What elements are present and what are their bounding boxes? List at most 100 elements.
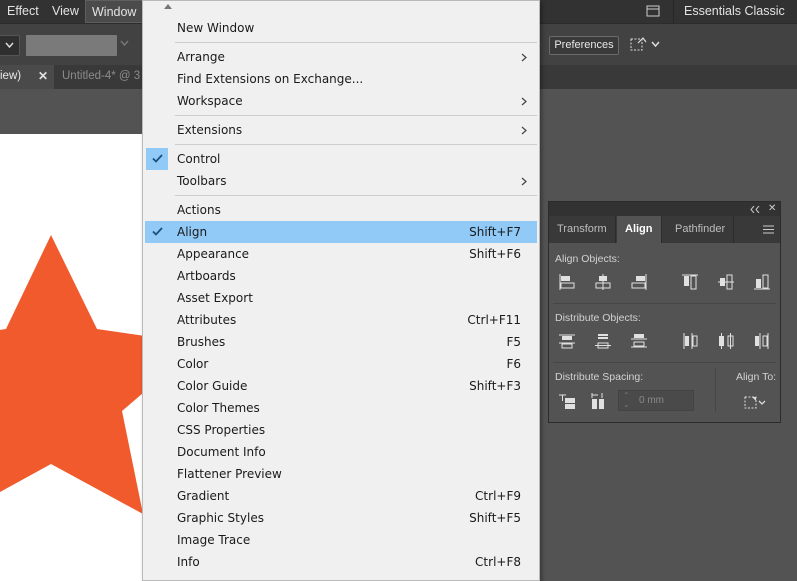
- menu-item-label: Color Guide: [177, 379, 248, 393]
- vertical-distribute-center-icon[interactable]: [594, 332, 612, 350]
- chevron-down-icon: [5, 42, 14, 49]
- horizontal-distribute-right-icon[interactable]: [753, 332, 771, 350]
- window-menu: New Window Arrange Find Extensions on Exch…: [142, 0, 540, 581]
- horizontal-distribute-center-icon[interactable]: [717, 332, 735, 350]
- menu-item-image-trace[interactable]: Image Trace: [145, 529, 537, 551]
- chevron-right-icon: [521, 53, 527, 62]
- check-background: [146, 221, 168, 243]
- tab-document-untitled-4[interactable]: Untitled-4* @ 3: [54, 65, 144, 89]
- panel-tabs: Transform Align Pathfinder: [549, 216, 780, 243]
- collapse-panel-icon[interactable]: [750, 206, 760, 213]
- menu-window[interactable]: Window: [85, 0, 144, 23]
- menu-item-graphic-styles[interactable]: Graphic Styles Shift+F5: [145, 507, 537, 529]
- horizontal-align-center-icon[interactable]: [594, 273, 612, 291]
- menu-item-toolbars[interactable]: Toolbars: [145, 170, 537, 192]
- menu-item-extensions[interactable]: Extensions: [145, 119, 537, 141]
- menu-item-brushes[interactable]: Brushes F5: [145, 331, 537, 353]
- horizontal-distribute-space-icon[interactable]: [589, 392, 607, 410]
- menu-item-label: Info: [177, 555, 200, 569]
- panel-header[interactable]: ✕: [549, 202, 780, 216]
- artboard[interactable]: [0, 134, 160, 581]
- close-icon[interactable]: ✕: [38, 65, 48, 88]
- vertical-align-center-icon[interactable]: [717, 273, 735, 291]
- menu-item-label: Actions: [177, 203, 221, 217]
- menu-view[interactable]: View: [46, 0, 85, 23]
- menu-item-color[interactable]: Color F6: [145, 353, 537, 375]
- panel-menu-icon[interactable]: [763, 225, 774, 234]
- close-icon[interactable]: ✕: [768, 202, 776, 216]
- menu-item-actions[interactable]: Actions: [145, 199, 537, 221]
- menu-item-label: Color Themes: [177, 401, 260, 415]
- chevron-right-icon: [521, 97, 527, 106]
- vertical-distribute-top-icon[interactable]: [558, 332, 576, 350]
- menu-item-appearance[interactable]: Appearance Shift+F6: [145, 243, 537, 265]
- horizontal-distribute-left-icon[interactable]: [681, 332, 699, 350]
- menu-item-asset-export[interactable]: Asset Export: [145, 287, 537, 309]
- menu-item-label: Graphic Styles: [177, 511, 264, 525]
- stroke-weight-field[interactable]: [26, 35, 117, 56]
- menu-item-arrange[interactable]: Arrange: [145, 46, 537, 68]
- menu-item-align[interactable]: Align Shift+F7: [145, 221, 537, 243]
- tab-align[interactable]: Align: [617, 216, 662, 243]
- workspace-switcher[interactable]: Essentials Classic: [673, 0, 797, 23]
- menu-separator: [175, 115, 537, 116]
- align-to-title: Align To:: [736, 371, 777, 383]
- distribute-spacing-input[interactable]: ⌃ ⌄ 0 mm: [618, 390, 694, 411]
- vertical-distribute-bottom-icon[interactable]: [630, 332, 648, 350]
- tab-transform[interactable]: Transform: [549, 216, 616, 243]
- menu-item-find-extensions-on-exchange[interactable]: Find Extensions on Exchange...: [145, 68, 537, 90]
- star-shape[interactable]: [0, 134, 160, 581]
- menu-item-label: CSS Properties: [177, 423, 266, 437]
- stepper-icon[interactable]: ⌃ ⌄: [623, 391, 630, 409]
- tab-label: iew): [0, 70, 22, 82]
- menu-item-label: Appearance: [177, 247, 250, 261]
- vertical-align-top-icon[interactable]: [681, 273, 699, 291]
- vertical-align-bottom-icon[interactable]: [753, 273, 771, 291]
- menu-item-label: Attributes: [177, 313, 237, 327]
- arrange-documents-icon[interactable]: [646, 5, 660, 17]
- menu-item-color-themes[interactable]: Color Themes: [145, 397, 537, 419]
- menu-item-label: Align: [177, 225, 208, 239]
- checkmark-icon: [152, 227, 163, 236]
- menu-item-info[interactable]: Info Ctrl+F8: [145, 551, 537, 573]
- menu-separator: [175, 195, 537, 196]
- menu-item-workspace[interactable]: Workspace: [145, 90, 537, 112]
- menu-item-control[interactable]: Control: [145, 148, 537, 170]
- menu-item-label: Brushes: [177, 335, 226, 349]
- menu-item-document-info[interactable]: Document Info: [145, 441, 537, 463]
- divider: [553, 362, 776, 363]
- menu-item-shortcut: Ctrl+F8: [475, 555, 521, 569]
- chevron-right-icon: [521, 177, 527, 186]
- menu-item-flattener-preview[interactable]: Flattener Preview: [145, 463, 537, 485]
- menu-item-shortcut: Shift+F5: [469, 511, 521, 525]
- menu-item-label: Find Extensions on Exchange...: [177, 72, 364, 86]
- menu-item-css-properties[interactable]: CSS Properties: [145, 419, 537, 441]
- horizontal-align-right-icon[interactable]: [630, 273, 648, 291]
- scroll-up-arrow-icon[interactable]: [164, 4, 172, 9]
- tab-document-active[interactable]: iew) ✕: [0, 65, 54, 89]
- menu-item-attributes[interactable]: Attributes Ctrl+F11: [145, 309, 537, 331]
- menu-item-gradient[interactable]: Gradient Ctrl+F9: [145, 485, 537, 507]
- preferences-button[interactable]: Preferences: [549, 36, 619, 55]
- chevron-down-icon[interactable]: [120, 40, 129, 47]
- menu-item-label: Workspace: [177, 94, 243, 108]
- menu-item-new-window[interactable]: New Window: [145, 17, 537, 39]
- menu-item-label: New Window: [177, 21, 255, 35]
- menu-item-label: Image Trace: [177, 533, 251, 547]
- arrange-options-icon[interactable]: [630, 36, 660, 54]
- menu-item-label: Arrange: [177, 50, 225, 64]
- menu-item-label: Flattener Preview: [177, 467, 282, 481]
- tab-pathfinder[interactable]: Pathfinder: [667, 216, 735, 243]
- menu-separator: [175, 144, 537, 145]
- menu-item-artboards[interactable]: Artboards: [145, 265, 537, 287]
- horizontal-align-left-icon[interactable]: [558, 273, 576, 291]
- chevron-right-icon: [521, 126, 527, 135]
- menu-item-shortcut: Ctrl+F9: [475, 489, 521, 503]
- align-to-selection-icon[interactable]: [742, 393, 768, 411]
- divider: [553, 303, 776, 304]
- control-dropdown[interactable]: [0, 35, 20, 56]
- menu-effect[interactable]: Effect: [1, 0, 45, 23]
- vertical-distribute-space-icon[interactable]: [558, 392, 576, 410]
- menu-item-color-guide[interactable]: Color Guide Shift+F3: [145, 375, 537, 397]
- menu-item-label: Artboards: [177, 269, 236, 283]
